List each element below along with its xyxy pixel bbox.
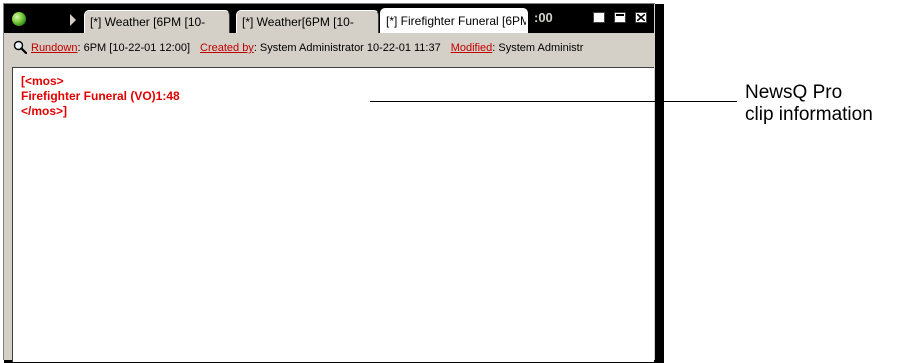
story-window: [*] Weather [6PM [10- [*] Weather[6PM [1… (3, 3, 655, 362)
rundown-link[interactable]: Rundown (31, 42, 77, 54)
green-orb-icon (12, 12, 26, 26)
callout-leader-line (370, 101, 737, 102)
callout-line-2: clip information (745, 104, 873, 125)
modified-link[interactable]: Modified (451, 42, 493, 54)
window-shadow (655, 4, 664, 360)
callout-label: NewsQ Pro clip information (745, 82, 873, 126)
story-editor[interactable]: [<mos> Firefighter Funeral (VO)1:48 </mo… (12, 67, 654, 362)
created-by-link[interactable]: Created by (200, 42, 254, 54)
tab-scroll-right-icon[interactable] (70, 14, 76, 26)
clock-display: :00 (534, 10, 553, 25)
rundown-value: : 6PM [10-22-01 12:00] (77, 42, 190, 54)
tab-label: [*] Weather[6PM [10- (242, 15, 354, 29)
tab-weather-1[interactable]: [*] Weather [6PM [10- (84, 10, 230, 33)
mos-close-tag: </mos>] (21, 104, 68, 118)
story-metadata: Rundown: 6PM [10-22-01 12:00] Created by:… (31, 41, 583, 55)
mos-open-tag: [<mos> (21, 74, 64, 88)
callout-line-1: NewsQ Pro (745, 82, 843, 103)
maximize-icon[interactable] (614, 12, 626, 23)
close-icon[interactable] (635, 12, 647, 23)
story-info-bar: Rundown: 6PM [10-22-01 12:00] Created by:… (4, 33, 654, 65)
tab-label: [*] Weather [6PM [10- (90, 15, 206, 29)
title-bar: [*] Weather [6PM [10- [*] Weather[6PM [1… (4, 4, 654, 33)
created-by-value: : System Administrator 10-22-01 11:37 (253, 42, 441, 54)
magnifier-icon[interactable] (13, 40, 27, 54)
minimize-icon[interactable] (593, 12, 605, 23)
tab-label: [*] Firefighter Funeral [6PM (386, 14, 528, 28)
tab-firefighter-funeral[interactable]: [*] Firefighter Funeral [6PM (380, 8, 528, 33)
page: [*] Weather [6PM [10- [*] Weather[6PM [1… (0, 0, 913, 363)
tab-weather-2[interactable]: [*] Weather[6PM [10- (236, 10, 379, 33)
modified-value: : System Administr (492, 42, 584, 54)
